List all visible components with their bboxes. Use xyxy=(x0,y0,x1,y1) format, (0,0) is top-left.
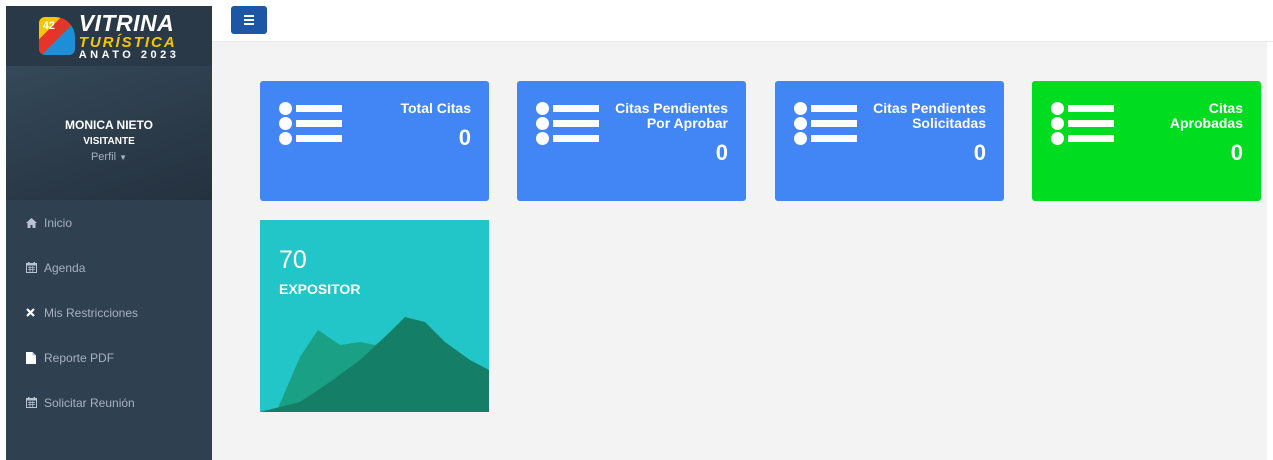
close-icon xyxy=(26,308,44,317)
sidebar-item-agenda[interactable]: Agenda xyxy=(6,245,212,290)
card-title: Citas Aprobadas xyxy=(1169,100,1243,131)
logo-line-2: TURÍSTICA xyxy=(78,33,177,51)
calendar-icon xyxy=(26,397,44,408)
card-title: Citas Pendientes Por Aprobar xyxy=(615,100,728,131)
top-navbar xyxy=(212,0,1273,42)
card-expositor[interactable]: 70 EXPOSITOR xyxy=(260,220,489,412)
list-icon xyxy=(536,101,602,147)
profile-panel: MONICA NIETO VISITANTE Perfil ▼ xyxy=(6,66,212,200)
stat-value: 70 xyxy=(279,246,307,274)
globe-logo-icon: 42 xyxy=(38,17,75,55)
profile-name: MONICA NIETO xyxy=(64,118,153,132)
menu-toggle-button[interactable] xyxy=(231,6,267,34)
sidebar-item-label: Mis Restricciones xyxy=(44,305,139,320)
sidebar-item-label: Inicio xyxy=(44,215,73,230)
sidebar-item-mis-restricciones[interactable]: Mis Restricciones xyxy=(6,290,212,335)
sidebar-menu: Inicio Agenda Mis Restricciones Reporte … xyxy=(6,200,212,425)
mountain-illustration xyxy=(260,317,489,412)
sidebar-item-label: Agenda xyxy=(44,260,86,275)
list-icon xyxy=(279,101,345,147)
profile-dropdown[interactable]: Perfil ▼ xyxy=(6,151,212,163)
profile-link-label: Perfil xyxy=(90,151,117,163)
dashboard-content: Total Citas 0 Citas Pendientes Por Aprob… xyxy=(212,42,1267,460)
sidebar-item-label: Reporte PDF xyxy=(44,350,115,365)
sidebar-item-label: Solicitar Reunión xyxy=(44,395,135,410)
stat-label: EXPOSITOR xyxy=(279,281,361,297)
sidebar-item-reporte-pdf[interactable]: Reporte PDF xyxy=(6,335,212,380)
list-icon xyxy=(794,101,860,147)
calendar-icon xyxy=(26,262,44,273)
home-icon xyxy=(26,217,44,228)
logo-line-3: ANATO 2023 xyxy=(78,48,180,61)
card-citas-pendientes-por-aprobar[interactable]: Citas Pendientes Por Aprobar 0 xyxy=(517,81,746,201)
card-title: Citas Pendientes Solicitadas xyxy=(873,100,986,131)
logo-line-1: VITRINA xyxy=(78,9,175,36)
card-value: 0 xyxy=(715,140,728,165)
sidebar: 42 VITRINA TURÍSTICA ANATO 2023 MONICA N… xyxy=(6,6,212,460)
card-total-citas[interactable]: Total Citas 0 xyxy=(260,81,489,201)
card-value: 0 xyxy=(458,125,471,150)
card-title: Total Citas xyxy=(400,100,471,116)
card-citas-aprobadas[interactable]: Citas Aprobadas 0 xyxy=(1032,81,1261,201)
file-icon xyxy=(26,351,44,364)
caret-down-icon: ▼ xyxy=(119,153,128,162)
list-icon xyxy=(1051,101,1117,147)
sidebar-item-inicio[interactable]: Inicio xyxy=(6,200,212,245)
logo[interactable]: 42 VITRINA TURÍSTICA ANATO 2023 xyxy=(6,6,212,66)
card-value: 0 xyxy=(1230,140,1243,165)
card-value: 0 xyxy=(973,140,986,165)
sidebar-item-solicitar-reunion[interactable]: Solicitar Reunión xyxy=(6,380,212,425)
hamburger-icon xyxy=(244,15,254,17)
profile-role: VISITANTE xyxy=(83,136,135,147)
card-citas-pendientes-solicitadas[interactable]: Citas Pendientes Solicitadas 0 xyxy=(775,81,1004,201)
logo-number: 42 xyxy=(42,20,55,32)
